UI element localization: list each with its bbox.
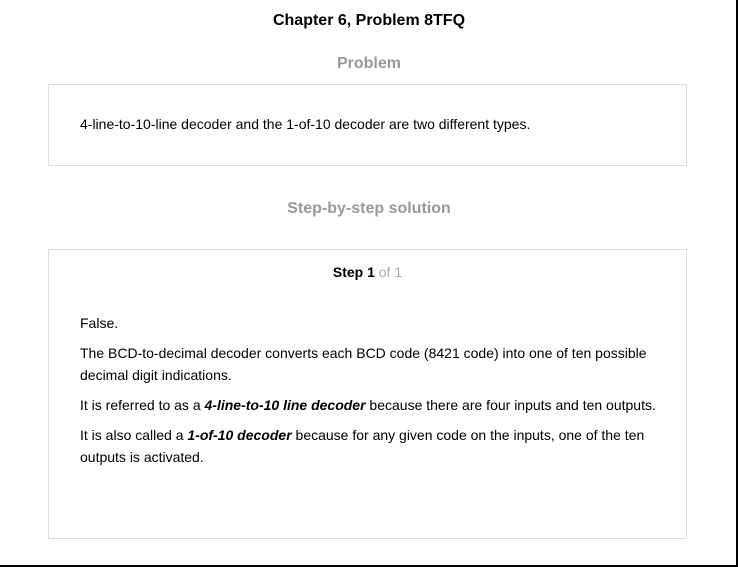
- emphasis-1-of-10-decoder: 1-of-10 decoder: [187, 427, 292, 443]
- step-body: False. The BCD-to-decimal decoder conver…: [80, 312, 670, 476]
- step-paragraph-1: The BCD-to-decimal decoder converts each…: [80, 345, 647, 383]
- emphasis-4-line-decoder: 4-line-to-10 line decoder: [204, 397, 366, 413]
- step-label: Step 1: [332, 264, 375, 280]
- solution-heading: Step-by-step solution: [287, 200, 451, 217]
- problem-heading: Problem: [336, 55, 401, 72]
- step-header: Step 1 of 1: [49, 264, 686, 280]
- step-paragraph-2-intro: It is referred to as a: [80, 397, 205, 413]
- problem-box: 4-line-to-10-line decoder and the 1-of-1…: [48, 84, 687, 166]
- chapter-title: Chapter 6, Problem 8TFQ: [272, 12, 466, 29]
- step-paragraph-2-rest: because there are four inputs and ten ou…: [365, 397, 656, 413]
- step-paragraph-3: It is also called a 1-of-10 decoder beca…: [80, 424, 670, 468]
- solution-box: Step 1 of 1 False. The BCD-to-decimal de…: [48, 249, 687, 539]
- problem-text: 4-line-to-10-line decoder and the 1-of-1…: [80, 116, 531, 132]
- page-frame: Chapter 6, Problem 8TFQ Problem 4-line-t…: [0, 0, 738, 567]
- step-count: of 1: [374, 264, 403, 280]
- step-answer: False.: [80, 315, 119, 331]
- step-paragraph-2: It is referred to as a 4-line-to-10 line…: [80, 394, 670, 416]
- step-paragraph-3-intro: It is also called a: [80, 427, 188, 443]
